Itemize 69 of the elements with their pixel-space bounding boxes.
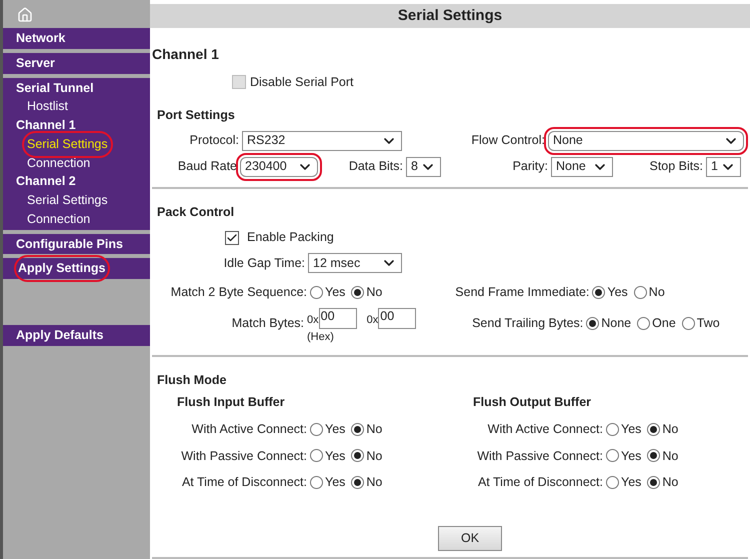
dropdown[interactable]: None — [551, 156, 613, 176]
radio-option[interactable]: No — [351, 446, 382, 466]
hex-input-field[interactable]: 00 — [378, 308, 416, 329]
nav-item[interactable]: Channel 1 — [16, 116, 76, 135]
checkbox-label: Enable Packing — [247, 229, 334, 246]
radio-option[interactable]: No — [647, 473, 678, 492]
field-label: Stop Bits: — [648, 158, 704, 176]
field-label: Data Bits: — [348, 158, 404, 176]
home-icon[interactable] — [17, 7, 33, 23]
hex-prefix: 0x — [366, 312, 378, 328]
section-heading: Port Settings — [157, 106, 236, 124]
radio-option[interactable]: Yes — [606, 420, 642, 438]
section-title: Channel 1 — [152, 45, 220, 64]
nav-item[interactable]: Server — [16, 54, 55, 72]
field-label: Flow Control: — [470, 132, 546, 150]
field-label: Idle Gap Time: — [222, 254, 306, 272]
field-label: Protocol: — [188, 132, 240, 150]
radio-option[interactable]: No — [351, 420, 382, 438]
section-heading: Flush Mode — [157, 372, 228, 390]
group-heading: Flush Output Buffer — [473, 394, 592, 411]
radio-option[interactable]: No — [647, 446, 678, 466]
dropdown[interactable]: 1 — [706, 156, 741, 176]
ok-button[interactable]: OK — [438, 526, 502, 551]
dropdown[interactable]: 8 — [406, 156, 441, 176]
checkbox-label: Disable Serial Port — [250, 74, 354, 91]
field-label: Send Trailing Bytes: — [472, 314, 584, 332]
field-label: Match 2 Byte Sequence: — [170, 284, 308, 301]
nav-item[interactable]: Channel 2 — [16, 172, 76, 191]
checkbox[interactable] — [225, 230, 239, 245]
radio-option[interactable]: Yes — [310, 473, 346, 492]
radio-option[interactable]: No — [351, 473, 382, 492]
nav-item[interactable]: Serial Settings — [26, 191, 109, 210]
nav-item[interactable]: Configurable Pins — [16, 234, 123, 254]
radio-option[interactable]: One — [637, 314, 676, 332]
radio-option[interactable]: Two — [682, 314, 720, 332]
hex-prefix: 0x — [307, 312, 319, 328]
page-title: Serial Settings — [398, 6, 502, 26]
nav-item[interactable]: Apply Defaults — [16, 326, 104, 345]
radio-option[interactable]: Yes — [310, 283, 346, 302]
field-label: At Time of Disconnect: — [180, 474, 308, 492]
field-label: Send Frame Immediate: — [454, 284, 590, 301]
field-label: Parity: — [512, 158, 549, 176]
nav-item[interactable]: Connection — [26, 154, 92, 172]
field-label: With Passive Connect: — [476, 448, 604, 464]
nav-item[interactable]: Serial Tunnel — [16, 78, 94, 98]
hex-note: (Hex) — [307, 330, 335, 345]
radio-option[interactable]: No — [634, 283, 665, 302]
field-label: With Active Connect: — [190, 420, 308, 438]
radio-option[interactable]: Yes — [606, 446, 642, 466]
group-heading: Flush Input Buffer — [177, 394, 286, 411]
radio-option[interactable]: None — [586, 314, 632, 332]
radio-option[interactable]: No — [647, 420, 678, 438]
field-label: Match Bytes: — [232, 314, 305, 332]
dropdown[interactable]: 12 msec — [308, 253, 402, 273]
nav-item[interactable]: Connection — [26, 210, 92, 228]
hex-input-field[interactable]: 00 — [318, 308, 357, 329]
nav-item[interactable]: Network — [16, 29, 66, 48]
field-label: With Passive Connect: — [180, 448, 308, 464]
radio-option[interactable]: Yes — [606, 473, 642, 492]
radio-option[interactable]: No — [351, 283, 382, 302]
field-label: Baud Rate — [176, 158, 238, 176]
field-label: With Active Connect: — [486, 420, 604, 438]
field-label: At Time of Disconnect: — [476, 474, 604, 492]
section-heading: Pack Control — [157, 204, 236, 220]
radio-option[interactable]: Yes — [310, 420, 346, 438]
nav-item[interactable]: Hostlist — [26, 97, 69, 116]
radio-option[interactable]: Yes — [310, 446, 346, 466]
dropdown[interactable]: RS232 — [242, 130, 402, 150]
radio-option[interactable]: Yes — [592, 283, 628, 302]
